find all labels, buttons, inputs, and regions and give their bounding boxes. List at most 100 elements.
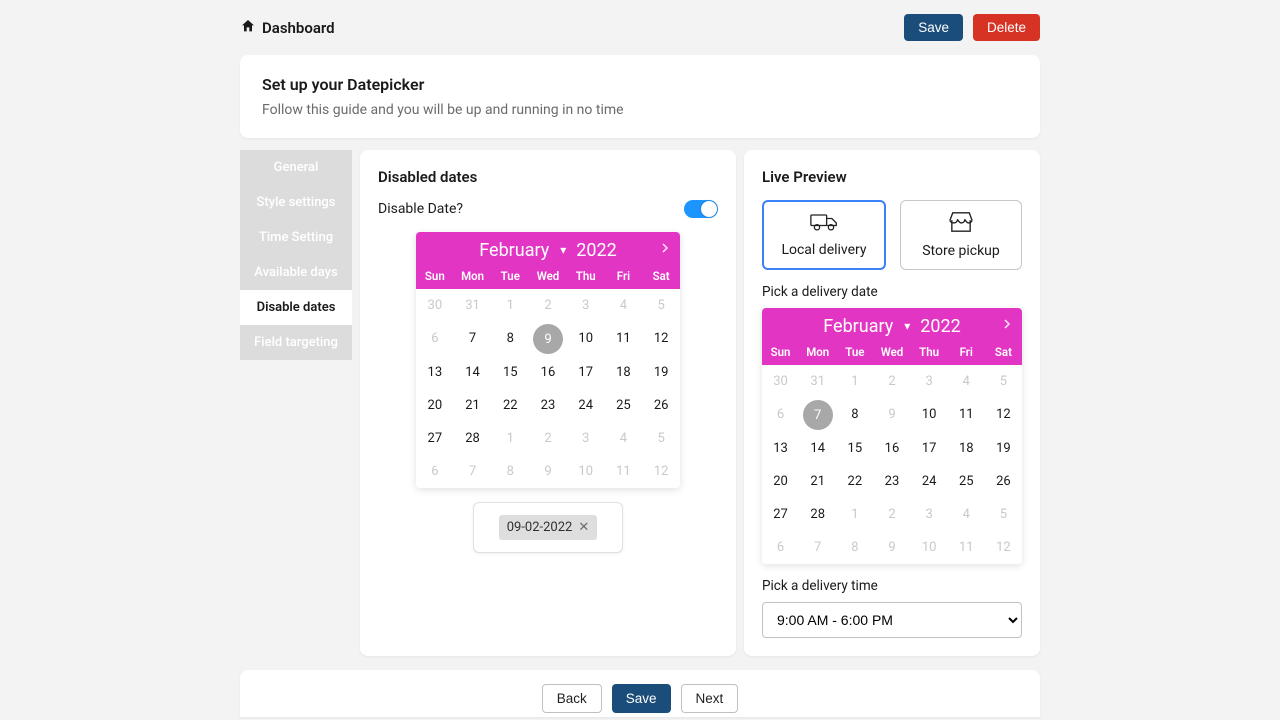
disabled-dates-panel: Disabled dates Disable Date? February 20… <box>360 150 736 656</box>
next-month-icon[interactable] <box>660 241 670 257</box>
calendar-day: 8 <box>491 455 529 488</box>
preview-month-select[interactable]: February <box>823 316 910 337</box>
calendar-day[interactable]: 17 <box>567 356 605 389</box>
calendar-day[interactable]: 23 <box>529 389 567 422</box>
dow-label: Sun <box>762 345 799 359</box>
chip-remove-icon[interactable]: ✕ <box>578 520 589 535</box>
calendar-day[interactable]: 10 <box>567 322 605 356</box>
tab-time-setting[interactable]: Time Setting <box>240 220 352 255</box>
calendar-day[interactable]: 28 <box>799 498 836 531</box>
delivery-method-local-delivery[interactable]: Local delivery <box>762 200 886 270</box>
calendar-day[interactable]: 18 <box>948 432 985 465</box>
save-button-footer[interactable]: Save <box>612 684 671 713</box>
next-button[interactable]: Next <box>681 684 739 713</box>
calendar-day[interactable]: 8 <box>491 322 529 356</box>
calendar-day[interactable]: 26 <box>985 465 1022 498</box>
tab-disable-dates[interactable]: Disable dates <box>240 290 352 325</box>
calendar-day[interactable]: 12 <box>985 398 1022 432</box>
calendar-day[interactable]: 10 <box>911 398 948 432</box>
page-subtitle: Follow this guide and you will be up and… <box>262 102 1018 118</box>
pick-time-label: Pick a delivery time <box>762 578 1022 594</box>
disable-date-toggle[interactable] <box>684 200 718 218</box>
disabled-date-chip: 09-02-2022 ✕ <box>499 515 598 540</box>
calendar-day[interactable]: 16 <box>873 432 910 465</box>
calendar-day[interactable]: 7 <box>803 400 833 430</box>
calendar-day[interactable]: 24 <box>911 465 948 498</box>
calendar-day: 2 <box>529 289 567 322</box>
calendar-day[interactable]: 6 <box>762 398 799 432</box>
calendar-day[interactable]: 12 <box>642 322 680 356</box>
calendar-day: 1 <box>836 365 873 398</box>
calendar-day[interactable]: 6 <box>416 322 454 356</box>
disable-date-label: Disable Date? <box>378 201 463 217</box>
calendar-day[interactable]: 24 <box>567 389 605 422</box>
year-label: 2022 <box>576 240 616 261</box>
calendar-day[interactable]: 27 <box>762 498 799 531</box>
back-button[interactable]: Back <box>542 684 602 713</box>
calendar-day[interactable]: 14 <box>799 432 836 465</box>
calendar-day[interactable]: 13 <box>762 432 799 465</box>
calendar-day[interactable]: 27 <box>416 422 454 455</box>
dow-label: Wed <box>873 345 910 359</box>
calendar-day[interactable]: 15 <box>836 432 873 465</box>
calendar-day[interactable]: 9 <box>533 324 563 354</box>
tab-field-targeting[interactable]: Field targeting <box>240 325 352 360</box>
calendar-day[interactable]: 25 <box>948 465 985 498</box>
calendar-day[interactable]: 17 <box>911 432 948 465</box>
dow-label: Thu <box>911 345 948 359</box>
calendar-day[interactable]: 21 <box>799 465 836 498</box>
calendar-day[interactable]: 25 <box>605 389 643 422</box>
calendar-day: 6 <box>416 455 454 488</box>
dow-label: Fri <box>605 269 643 283</box>
calendar-day: 30 <box>416 289 454 322</box>
calendar-day[interactable]: 11 <box>948 398 985 432</box>
calendar-day: 3 <box>911 365 948 398</box>
calendar-day: 1 <box>836 498 873 531</box>
calendar-day: 1 <box>491 289 529 322</box>
tab-general[interactable]: General <box>240 150 352 185</box>
calendar-day[interactable]: 7 <box>454 322 492 356</box>
calendar-day[interactable]: 21 <box>454 389 492 422</box>
tab-available-days[interactable]: Available days <box>240 255 352 290</box>
calendar-day[interactable]: 18 <box>605 356 643 389</box>
calendar-day: 9 <box>873 531 910 564</box>
calendar-day: 31 <box>454 289 492 322</box>
month-select[interactable]: February <box>479 240 566 261</box>
calendar-day[interactable]: 11 <box>605 322 643 356</box>
calendar-day: 4 <box>948 498 985 531</box>
calendar-day[interactable]: 15 <box>491 356 529 389</box>
save-button-top[interactable]: Save <box>904 14 963 41</box>
calendar-day: 10 <box>911 531 948 564</box>
preview-title: Live Preview <box>762 168 1022 186</box>
dow-label: Thu <box>567 269 605 283</box>
calendar-day[interactable]: 20 <box>416 389 454 422</box>
calendar-day[interactable]: 28 <box>454 422 492 455</box>
pick-date-label: Pick a delivery date <box>762 284 1022 300</box>
calendar-day[interactable]: 16 <box>529 356 567 389</box>
delete-button[interactable]: Delete <box>973 14 1040 41</box>
calendar-day[interactable]: 20 <box>762 465 799 498</box>
delivery-method-store-pickup[interactable]: Store pickup <box>900 200 1022 270</box>
delivery-time-select[interactable]: 9:00 AM - 6:00 PM <box>762 602 1022 638</box>
calendar-day[interactable]: 19 <box>642 356 680 389</box>
calendar-day[interactable]: 14 <box>454 356 492 389</box>
calendar-day[interactable]: 13 <box>416 356 454 389</box>
calendar-day[interactable]: 22 <box>491 389 529 422</box>
dow-label: Sun <box>416 269 454 283</box>
panel-title: Disabled dates <box>378 168 718 186</box>
store-icon <box>948 211 974 237</box>
tab-style-settings[interactable]: Style settings <box>240 185 352 220</box>
dow-label: Tue <box>491 269 529 283</box>
brand[interactable]: Dashboard <box>240 18 335 38</box>
calendar-day[interactable]: 26 <box>642 389 680 422</box>
preview-next-month-icon[interactable] <box>1002 317 1012 333</box>
calendar-day[interactable]: 22 <box>836 465 873 498</box>
disabled-calendar: February 2022 SunMonTueWedThuFriSat 3031… <box>416 232 680 488</box>
calendar-day[interactable]: 23 <box>873 465 910 498</box>
calendar-day: 10 <box>567 455 605 488</box>
calendar-day[interactable]: 8 <box>836 398 873 432</box>
calendar-day: 30 <box>762 365 799 398</box>
calendar-day[interactable]: 9 <box>873 398 910 432</box>
calendar-day: 12 <box>985 531 1022 564</box>
calendar-day[interactable]: 19 <box>985 432 1022 465</box>
